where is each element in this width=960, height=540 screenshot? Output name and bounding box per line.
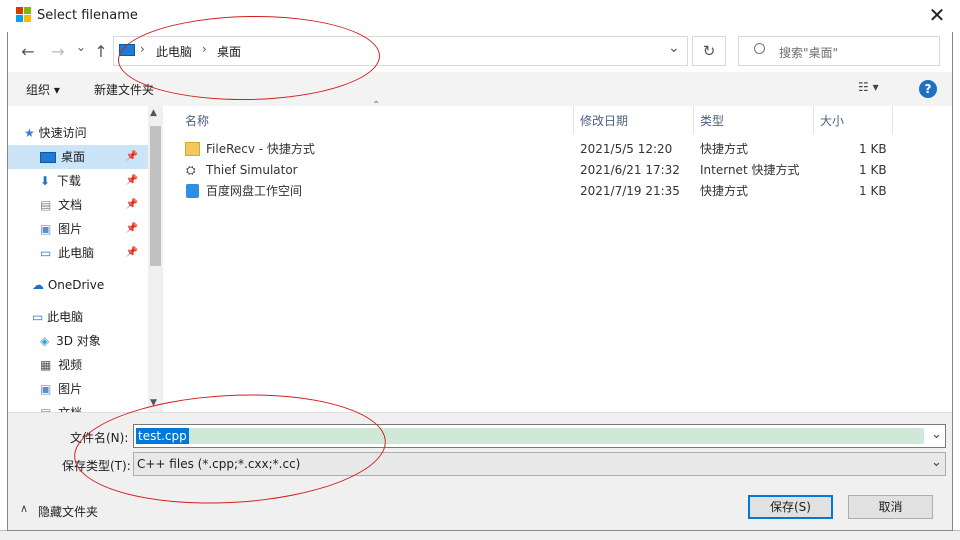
sidebar-item-this-pc[interactable]: ▭ 此电脑 (32, 305, 148, 329)
baidu-shortcut-icon (186, 184, 199, 198)
sidebar-item-label: 图片 (58, 382, 83, 396)
table-row[interactable]: FileRecv - 快捷方式 2021/5/5 12:20 快捷方式 1 KB (185, 139, 905, 160)
file-type: Internet 快捷方式 (700, 163, 800, 177)
sidebar-item-videos[interactable]: ▦ 视频 (40, 353, 148, 377)
sidebar-item-downloads[interactable]: ⬇ 下载 📌 (40, 169, 148, 193)
file-name: Thief Simulator (206, 163, 298, 177)
recent-locations-button[interactable]: ⌄ (70, 40, 92, 54)
sidebar-item-label: 快速访问 (38, 126, 87, 140)
pictures-icon: ▣ (40, 382, 52, 396)
scroll-up-icon[interactable]: ▲ (150, 108, 157, 118)
pin-icon: 📌 (125, 223, 138, 234)
sidebar-item-pictures-2[interactable]: ▣ 图片 (40, 377, 148, 401)
search-box[interactable]: 搜索"桌面" (738, 36, 940, 66)
desktop-icon (40, 152, 56, 163)
column-header-date[interactable]: 修改日期 (580, 112, 628, 129)
document-icon: ▤ (40, 198, 52, 212)
app-icon (16, 7, 32, 23)
file-size: 1 KB (859, 142, 887, 156)
navigation-pane: ★ 快速访问 桌面 📌 ⬇ 下载 📌 ▤ 文档 📌 ▣ 图片 📌 ▭ 此电脑 📌… (8, 106, 163, 412)
file-size: 1 KB (859, 184, 887, 198)
file-date: 2021/7/19 21:35 (580, 184, 680, 198)
sidebar-item-documents[interactable]: ▤ 文档 📌 (40, 193, 148, 217)
sort-indicator-icon: ⌃ (372, 100, 381, 111)
window-title: Select filename (37, 8, 138, 23)
scrollbar-thumb[interactable] (150, 126, 161, 266)
pin-icon: 📌 (125, 175, 138, 186)
up-button[interactable]: ↑ (90, 42, 112, 61)
file-name: 百度网盘工作空间 (206, 184, 303, 198)
sidebar-item-pictures[interactable]: ▣ 图片 📌 (40, 217, 148, 241)
column-divider[interactable] (693, 106, 694, 134)
close-icon[interactable]: ✕ (922, 3, 952, 27)
computer-icon: ▭ (40, 246, 52, 260)
pictures-icon: ▣ (40, 222, 52, 236)
cancel-button[interactable]: 取消 (848, 495, 933, 519)
file-date: 2021/6/21 17:32 (580, 163, 680, 177)
folder-shortcut-icon (185, 142, 200, 156)
organize-menu[interactable]: 组织 ▾ (26, 81, 60, 98)
sidebar-item-label: 此电脑 (47, 310, 84, 324)
sidebar-item-3d-objects[interactable]: ◈ 3D 对象 (40, 329, 148, 353)
file-type: 快捷方式 (700, 142, 749, 156)
column-divider[interactable] (813, 106, 814, 134)
column-header-name[interactable]: 名称 (185, 112, 209, 129)
column-divider[interactable] (892, 106, 893, 134)
refresh-button[interactable]: ↻ (692, 36, 726, 66)
file-type: 快捷方式 (700, 184, 749, 198)
sidebar-item-label: 桌面 (61, 150, 86, 164)
background-taskbar-edge (0, 530, 960, 540)
hide-folders-toggle[interactable]: 隐藏文件夹 (38, 503, 98, 520)
download-icon: ⬇ (40, 174, 51, 188)
pin-icon: 📌 (125, 199, 138, 210)
forward-button[interactable]: → (47, 42, 69, 61)
sidebar-item-quick-access[interactable]: ★ 快速访问 (24, 121, 154, 145)
chevron-down-icon[interactable]: ⌄ (931, 455, 942, 470)
sidebar-item-label: 图片 (58, 222, 83, 236)
table-row[interactable]: 百度网盘工作空间 2021/7/19 21:35 快捷方式 1 KB (185, 181, 905, 202)
sidebar-item-this-pc-pinned[interactable]: ▭ 此电脑 📌 (40, 241, 148, 265)
search-icon (754, 43, 765, 54)
chevron-down-icon[interactable]: ⌄ (931, 427, 942, 442)
sidebar-item-label: 文档 (58, 198, 83, 212)
title-bar: Select filename ✕ (0, 0, 960, 32)
help-icon[interactable]: ? (919, 80, 937, 98)
star-icon: ★ (24, 126, 35, 140)
pin-icon: 📌 (125, 151, 138, 162)
column-divider[interactable] (573, 106, 574, 134)
sidebar-item-label: 视频 (58, 358, 83, 372)
sidebar-item-desktop[interactable]: 桌面 📌 (8, 145, 148, 169)
column-header-size[interactable]: 大小 (820, 112, 844, 129)
table-row[interactable]: ⛭ Thief Simulator 2021/6/21 17:32 Intern… (185, 160, 905, 181)
pin-icon: 📌 (125, 247, 138, 258)
back-button[interactable]: ← (17, 42, 39, 61)
file-size: 1 KB (859, 163, 887, 177)
sidebar-item-label: 3D 对象 (56, 334, 101, 348)
computer-icon: ▭ (32, 310, 44, 324)
cube-icon: ◈ (40, 334, 50, 348)
column-header-type[interactable]: 类型 (700, 112, 724, 129)
search-input[interactable]: 搜索"桌面" (779, 44, 838, 61)
sidebar-item-label: OneDrive (47, 278, 105, 292)
cloud-icon: ☁ (32, 278, 44, 292)
video-icon: ▦ (40, 358, 52, 372)
view-options-icon[interactable]: ☷ ▾ (858, 80, 879, 94)
sidebar-item-onedrive[interactable]: ☁ OneDrive (32, 273, 148, 297)
sidebar-item-label: 下载 (56, 174, 81, 188)
file-date: 2021/5/5 12:20 (580, 142, 673, 156)
sidebar-item-label: 此电脑 (58, 246, 95, 260)
save-button[interactable]: 保存(S) (748, 495, 833, 519)
file-name: FileRecv - 快捷方式 (206, 142, 315, 156)
chevron-down-icon[interactable]: ⌄ (668, 40, 680, 56)
internet-shortcut-icon: ⛭ (186, 163, 196, 177)
background-window-edge (952, 0, 960, 540)
chevron-up-icon[interactable]: ∧ (20, 502, 28, 515)
